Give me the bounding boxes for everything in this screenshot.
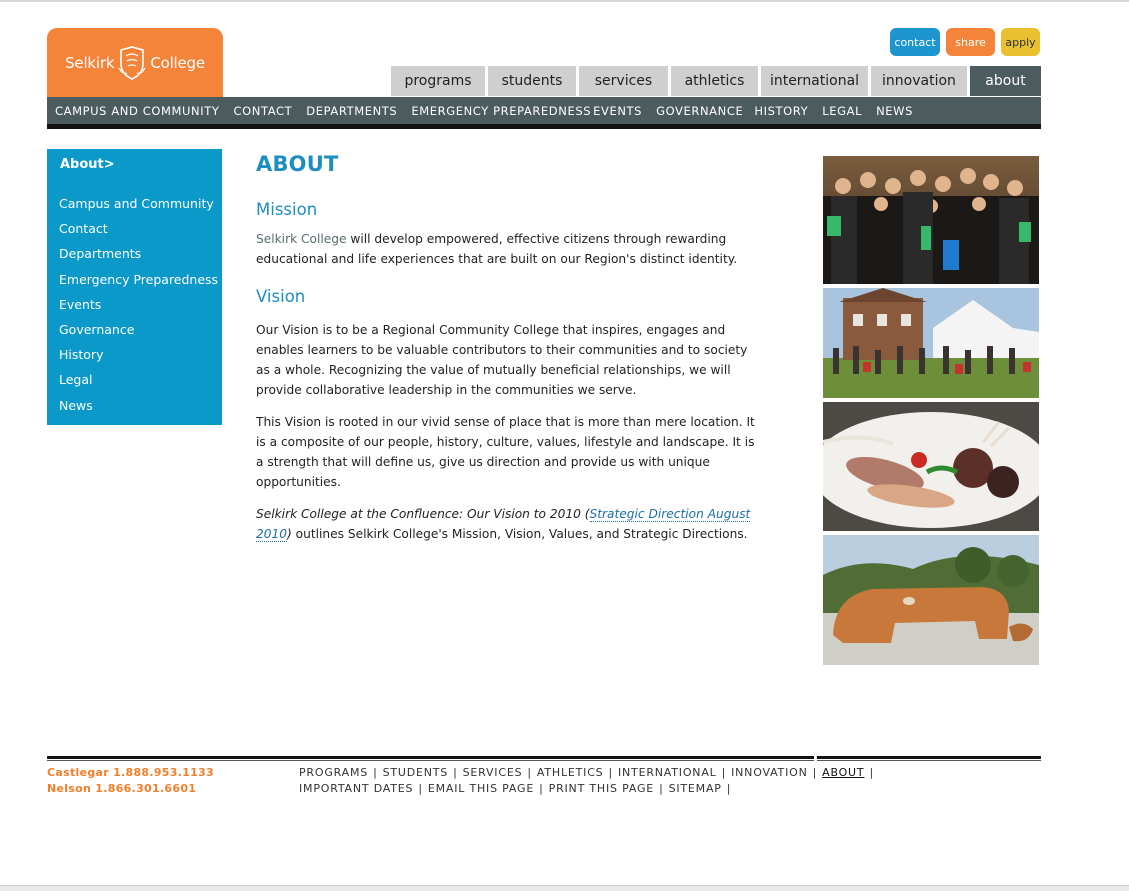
vision-paragraph-2: This Vision is rooted in our vivid sense… — [256, 415, 755, 489]
apply-button[interactable]: apply — [1001, 28, 1040, 56]
sidebar-item-campus-and-community[interactable]: Campus and Community — [59, 196, 218, 221]
subnav-departments[interactable]: DEPARTMENTS — [306, 104, 397, 118]
footer-link-sitemap[interactable]: SITEMAP — [669, 782, 722, 795]
vision-document-title: Selkirk College at the Confluence: Our V… — [256, 507, 590, 521]
logo-text-right: College — [150, 54, 205, 72]
sidebar-item-events[interactable]: Events — [59, 297, 218, 322]
subnav-governance[interactable]: GOVERNANCE — [656, 104, 743, 118]
sidebar-list: Campus and Community Contact Departments… — [59, 196, 218, 423]
vision-paragraph-3: Selkirk College at the Confluence: Our V… — [256, 504, 756, 544]
sidebar-item-history[interactable]: History — [59, 347, 218, 372]
subnav-history[interactable]: HISTORY — [754, 104, 808, 118]
footer-divider-right — [817, 756, 1041, 759]
footer-link-athletics[interactable]: ATHLETICS — [537, 766, 604, 779]
footer-links-row-1: PROGRAMS | STUDENTS | SERVICES | ATHLETICS | INT… — [299, 766, 874, 779]
subnav-contact[interactable]: CONTACT — [234, 104, 293, 118]
footer-link-about[interactable]: ABOUT — [822, 766, 864, 779]
logo-text-left: Selkirk — [65, 54, 115, 72]
sidebar-item-contact[interactable]: Contact — [59, 221, 218, 246]
photo-students-group — [823, 156, 1039, 284]
phone-castlegar: Castlegar 1.888.953.1133 — [47, 766, 215, 779]
sub-navigation: CAMPUS AND COMMUNITY CONTACT DEPARTMENTS… — [47, 97, 1041, 124]
sidebar-item-news[interactable]: News — [59, 398, 218, 423]
photo-outdoor-event — [823, 288, 1039, 398]
tab-international[interactable]: international — [761, 66, 868, 96]
share-button[interactable]: share — [946, 28, 995, 56]
contact-button[interactable]: contact — [890, 28, 940, 56]
sidebar-item-legal[interactable]: Legal — [59, 372, 218, 397]
page-title: ABOUT — [256, 152, 339, 176]
footer-link-important-dates[interactable]: IMPORTANT DATES — [299, 782, 413, 795]
tab-innovation[interactable]: innovation — [871, 66, 967, 96]
phone-nelson: Nelson 1.866.301.6601 — [47, 782, 197, 795]
college-crest-icon — [118, 46, 146, 80]
footer-link-print-this-page[interactable]: PRINT THIS PAGE — [549, 782, 654, 795]
sidebar-item-emergency-preparedness[interactable]: Emergency Preparedness — [59, 272, 218, 297]
subnav-events[interactable]: EVENTS — [593, 104, 642, 118]
footer-link-services[interactable]: SERVICES — [463, 766, 523, 779]
footer-link-students[interactable]: STUDENTS — [383, 766, 449, 779]
footer-divider-left-thin — [47, 760, 814, 761]
vision-paragraph-1: Our Vision is to be a Regional Community… — [256, 323, 748, 397]
sidebar-item-departments[interactable]: Departments — [59, 246, 218, 271]
photo-wooden-sculpture — [823, 535, 1039, 665]
footer-link-programs[interactable]: PROGRAMS — [299, 766, 368, 779]
footer-link-email-this-page[interactable]: EMAIL THIS PAGE — [428, 782, 534, 795]
subnav-emergency-preparedness[interactable]: EMERGENCY PREPAREDNESS — [411, 104, 591, 118]
footer-link-innovation[interactable]: INNOVATION — [731, 766, 808, 779]
sidebar-item-governance[interactable]: Governance — [59, 322, 218, 347]
sidebar: About> Campus and Community Contact Depa… — [47, 149, 222, 425]
subnav-news[interactable]: NEWS — [876, 104, 913, 118]
vision-paragraph-3-rest: outlines Selkirk College's Mission, Visi… — [291, 527, 748, 541]
photo-plated-food — [823, 402, 1039, 531]
subnav-legal[interactable]: LEGAL — [822, 104, 862, 118]
mission-paragraph: Selkirk College will develop empowered, … — [256, 229, 756, 269]
selkirk-college-link[interactable]: Selkirk College — [256, 232, 346, 246]
footer-divider-left — [47, 756, 814, 759]
mission-heading: Mission — [256, 200, 318, 219]
footer-links-row-2: IMPORTANT DATES | EMAIL THIS PAGE | PRINT TH… — [299, 782, 732, 795]
footer-link-international[interactable]: INTERNATIONAL — [618, 766, 717, 779]
selkirk-college-logo[interactable]: Selkirk College — [47, 28, 223, 98]
main-content: ABOUT Mission Selkirk College will devel… — [256, 152, 756, 544]
top-border — [0, 0, 1129, 2]
vision-heading: Vision — [256, 287, 306, 306]
tab-about[interactable]: about — [970, 66, 1041, 96]
subnav-campus-and-community[interactable]: CAMPUS AND COMMUNITY — [55, 104, 220, 118]
bottom-border — [0, 885, 1129, 891]
sidebar-heading[interactable]: About> — [60, 157, 115, 172]
subnav-divider — [47, 124, 1041, 129]
tab-services[interactable]: services — [579, 66, 668, 96]
main-nav-tabs: programs students services athletics int… — [391, 66, 1041, 96]
tab-athletics[interactable]: athletics — [671, 66, 758, 96]
footer-divider-right-thin — [817, 760, 1041, 761]
tab-programs[interactable]: programs — [391, 66, 485, 96]
tab-students[interactable]: students — [488, 66, 576, 96]
